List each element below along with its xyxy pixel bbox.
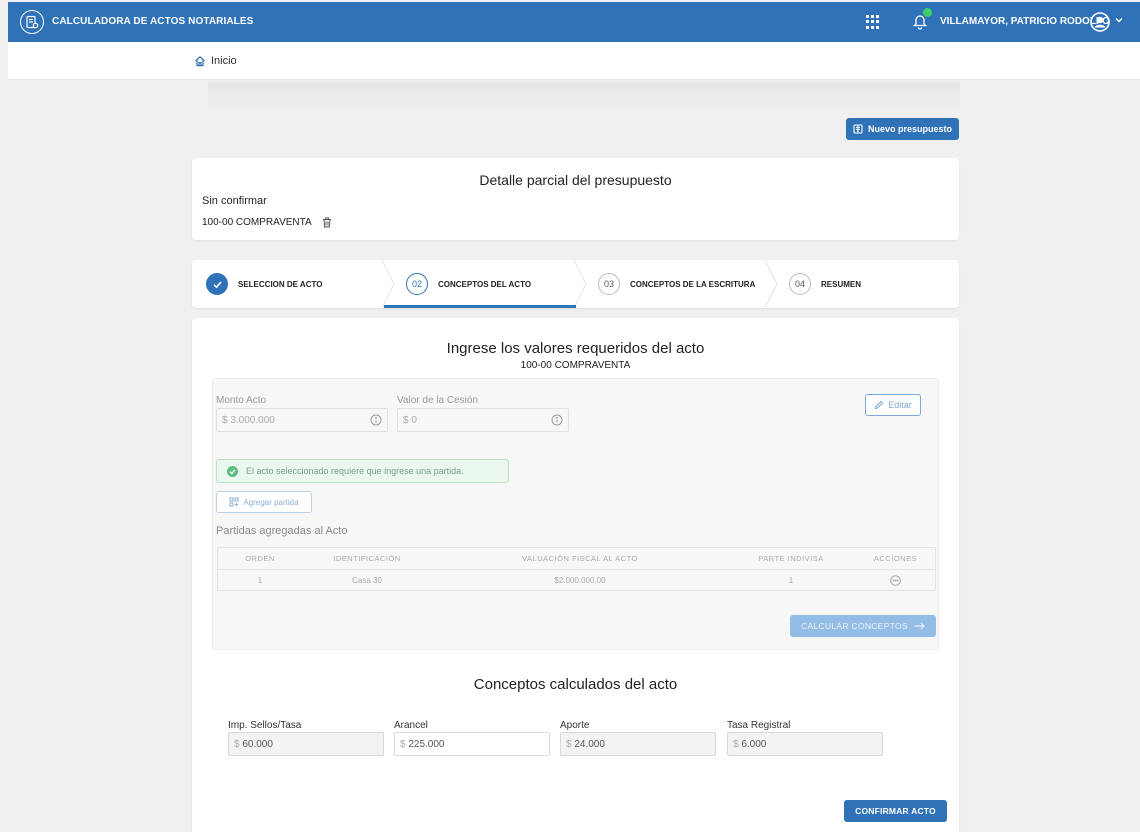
step-number: 02 [406,273,428,295]
step-resumen[interactable]: 04 RESUMEN [789,260,861,308]
partida-required-alert: El acto seleccionado requiere que ingres… [216,459,509,483]
form-heading: Ingrese los valores requeridos del acto [446,340,705,357]
tasa-registral-field[interactable]: $ 6.000 [727,732,883,756]
top-bar: CALCULADORA DE ACTOS NOTARIALES VILLAMAY… [8,2,1140,42]
calculate-label: CALCULAR CONCEPTOS [801,621,908,631]
currency-symbol: $ [234,739,240,750]
partidas-table: ORDEN IDENTIFICACIÓN VALUACIÓN FISCAL AL… [217,547,936,591]
qr-icon [229,497,239,507]
calculate-concepts-button[interactable]: CALCULAR CONCEPTOS [790,615,936,637]
breadcrumb: Inicio [8,42,1140,80]
breadcrumb-home-link[interactable]: Inicio [211,55,237,67]
concepts-heading: Conceptos calculados del acto [473,676,678,693]
currency-symbol: $ [733,739,739,750]
partidas-title: Partidas agregadas al Acto [216,525,348,537]
sellos-field[interactable]: $ 60.000 [228,732,384,756]
user-avatar-icon[interactable] [1090,12,1110,32]
col-parte-indivisa: PARTE INDIVISA [758,554,824,563]
aporte-label: Aporte [560,720,590,731]
step-label: CONCEPTOS DE LA ESCRITURA [630,279,756,289]
aporte-value: 24.000 [574,739,605,750]
step-conceptos-de-la-escritura[interactable]: 03 CONCEPTOS DE LA ESCRITURA [598,260,755,308]
col-identificacion: IDENTIFICACIÓN [333,554,401,563]
monto-acto-input[interactable]: $ 3.000.000 [216,408,388,432]
arancel-label: Arancel [394,720,428,731]
cell-identificacion: Casa 30 [352,576,382,585]
step-label: RESUMEN [821,279,862,289]
arrow-right-icon [914,622,925,630]
monto-acto-value: 3.000.000 [230,415,275,426]
table-header: ORDEN IDENTIFICACIÓN VALUACIÓN FISCAL AL… [218,548,935,570]
table-row: 1 Casa 30 $2.000.000,00 1 [218,570,935,592]
valor-cesion-input[interactable]: $ 0 [397,408,569,432]
alert-text: El acto seleccionado requiere que ingres… [246,466,464,476]
arancel-value: 225.000 [408,739,445,750]
step-check-icon [206,273,228,295]
col-acciones: ACCIONES [873,554,918,563]
cell-acciones [854,570,937,592]
header-shadow-band [208,82,960,110]
pencil-icon [875,400,884,410]
app-title: CALCULADORA DE ACTOS NOTARIALES [52,16,254,27]
info-icon[interactable] [551,414,563,426]
step-label: CONCEPTOS DEL ACTO [438,279,532,289]
summary-title: Detalle parcial del presupuesto [479,172,672,188]
calculator-logo-icon[interactable] [20,10,44,34]
stepper: SELECCION DE ACTO 02 CONCEPTOS DEL ACTO … [192,260,959,308]
arancel-field[interactable]: $ 225.000 [394,732,550,756]
cell-orden: 1 [257,576,263,585]
notification-badge [923,8,932,17]
add-partida-label: Agregar partida [243,497,299,507]
col-valuacion: VALUACIÓN FISCAL AL ACTO [522,554,638,563]
currency-symbol: $ [222,415,228,426]
step-separator [574,260,587,308]
summary-status: Sin confirmar [202,195,267,207]
summary-act-label: 100-00 COMPRAVENTA [202,217,312,228]
sellos-value: 60.000 [242,739,273,750]
sellos-label: Imp. Sellos/Tasa [228,720,302,731]
edit-label: Editar [888,400,912,410]
tasa-registral-label: Tasa Registral [727,720,791,731]
home-icon[interactable] [194,55,206,67]
trash-icon[interactable] [322,217,332,228]
step-label: SELECCION DE ACTO [238,279,323,289]
aporte-field[interactable]: $ 24.000 [560,732,716,756]
cell-valuacion: $2.000.000,00 [554,576,606,585]
tasa-registral-value: 6.000 [741,739,767,750]
summary-act-row: 100-00 COMPRAVENTA [202,217,332,228]
user-name[interactable]: VILLAMAYOR, PATRICIO RODOLFO [940,16,1110,27]
app-frame: CALCULADORA DE ACTOS NOTARIALES VILLAMAY… [8,2,1140,832]
budget-summary-card: Detalle parcial del presupuesto Sin conf… [192,158,959,240]
confirm-act-button[interactable]: CONFIRMAR ACTO [844,800,947,822]
monto-acto-label: Monto Acto [216,395,267,406]
step-number: 04 [789,273,811,295]
budget-icon [853,124,863,134]
new-budget-label: Nuevo presupuesto [867,124,952,134]
currency-symbol: $ [403,415,409,426]
active-step-indicator [384,305,576,308]
step-conceptos-del-acto[interactable]: 02 CONCEPTOS DEL ACTO [406,260,531,308]
currency-symbol: $ [566,739,572,750]
edit-button[interactable]: Editar [865,394,921,416]
act-inputs-panel: Monto Acto $ 3.000.000 Valor de la Cesió… [212,378,939,650]
step-separator [765,260,778,308]
cell-parte-indivisa: 1 [788,576,794,585]
step-number: 03 [598,273,620,295]
currency-symbol: $ [400,739,406,750]
col-orden: ORDEN [245,554,275,563]
act-values-card: Ingrese los valores requeridos del acto … [192,318,959,832]
step-separator [382,260,395,308]
form-subheading: 100-00 COMPRAVENTA [520,360,631,371]
add-partida-button[interactable]: Agregar partida [216,491,312,513]
valor-cesion-value: 0 [411,415,417,426]
chevron-down-icon[interactable] [1114,15,1124,25]
info-icon[interactable] [370,414,382,426]
apps-grid-icon[interactable] [866,15,880,29]
step-seleccion-de-acto[interactable]: SELECCION DE ACTO [206,260,322,308]
new-budget-button[interactable]: Nuevo presupuesto [846,118,959,140]
valor-cesion-label: Valor de la Cesión [397,395,478,406]
check-circle-icon [227,465,238,477]
more-options-icon[interactable] [890,575,901,586]
